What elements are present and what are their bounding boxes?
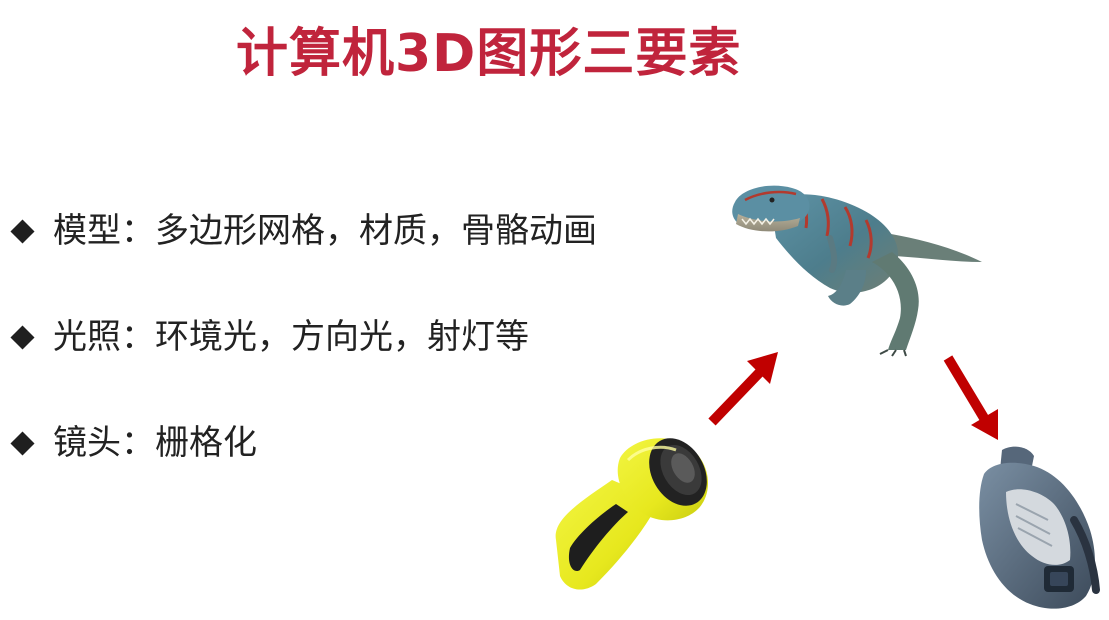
arrow-light-to-model xyxy=(708,352,778,426)
t-rex-dinosaur-model xyxy=(732,185,982,357)
yellow-flashlight xyxy=(555,438,708,590)
slide: 计算机3D图形三要素 模型：多边形网格，材质，骨骼动画 光照：环境光，方向光，射… xyxy=(0,0,1109,620)
illustration xyxy=(555,185,1100,609)
arrow-model-to-camera xyxy=(943,355,998,440)
video-camera xyxy=(979,446,1100,609)
